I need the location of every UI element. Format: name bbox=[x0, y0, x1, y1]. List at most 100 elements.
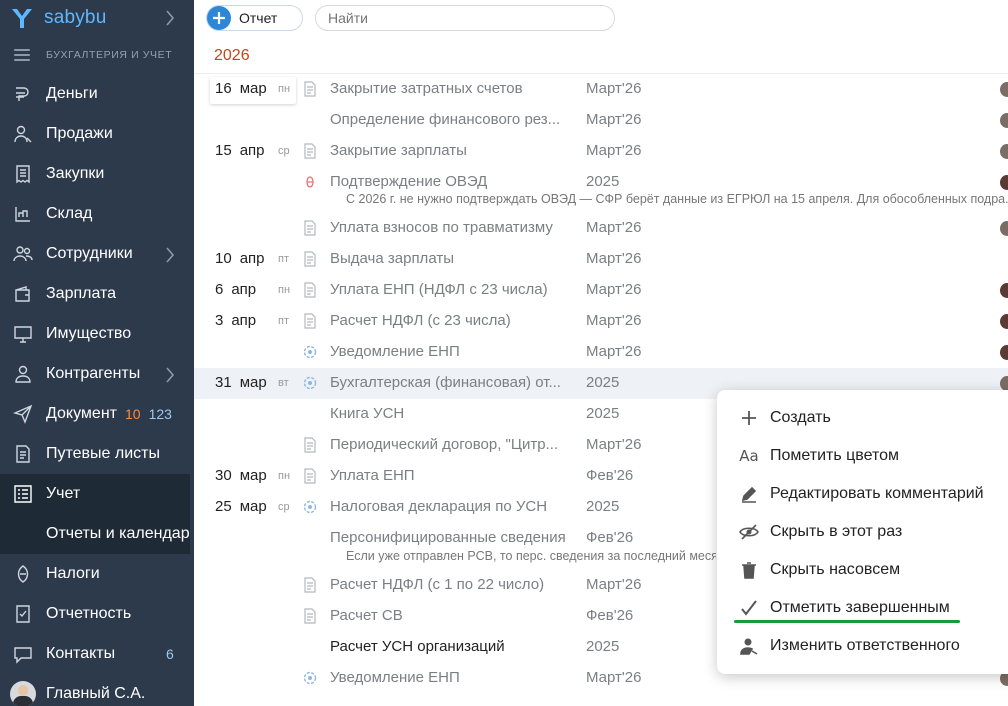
row-title[interactable]: Расчет НДФЛ (с 23 числа) bbox=[330, 312, 574, 329]
row-title[interactable]: Книга УСН bbox=[330, 405, 574, 422]
sidebar-item-warehouse[interactable]: Склад bbox=[0, 194, 194, 234]
responsible-avatar[interactable] bbox=[1000, 376, 1008, 391]
row-type-icon bbox=[302, 577, 318, 593]
responsible-avatar[interactable] bbox=[1000, 221, 1008, 236]
menu-icon[interactable] bbox=[14, 49, 30, 61]
row-title[interactable]: Расчет УСН организаций bbox=[330, 638, 574, 655]
sidebar-item-label: Документ bbox=[46, 405, 117, 422]
row-title[interactable]: Персонифицированные сведения bbox=[330, 529, 574, 546]
row-period: Фев'26 bbox=[586, 529, 634, 546]
row-title[interactable]: Уплата ЕНП bbox=[330, 467, 574, 484]
row-period: Март'26 bbox=[586, 111, 642, 128]
row-title[interactable]: Периодический договор, "Цитр... bbox=[330, 436, 574, 453]
sidebar-section[interactable]: БУХГАЛТЕРИЯ И УЧЕТ bbox=[0, 36, 194, 74]
monitor-icon bbox=[10, 323, 36, 345]
highlight-underline bbox=[734, 620, 960, 623]
sidebar-item-reporting[interactable]: Отчетность bbox=[0, 594, 194, 634]
row-title[interactable]: Уведомление ЕНП bbox=[330, 669, 574, 686]
menu-item-change-responsible[interactable]: Изменить ответственного bbox=[717, 627, 1008, 665]
row-date: 25 мар bbox=[215, 498, 267, 515]
row-weekday: пн bbox=[278, 83, 291, 95]
responsible-avatar[interactable] bbox=[1000, 113, 1008, 128]
row-month: апр bbox=[239, 250, 265, 267]
sidebar-item-accounting[interactable]: Учет bbox=[0, 474, 190, 514]
row-title[interactable]: Расчет СВ bbox=[330, 607, 574, 624]
list-item[interactable]: Уведомление ЕНП Март'26 bbox=[194, 337, 1008, 368]
sidebar-item-label: Контакты bbox=[46, 645, 116, 662]
responsible-avatar[interactable] bbox=[1000, 175, 1008, 190]
sales-icon bbox=[10, 123, 36, 145]
warehouse-icon bbox=[10, 203, 36, 225]
row-title[interactable]: Закрытие зарплаты bbox=[330, 142, 574, 159]
sidebar-item-sales[interactable]: Продажи bbox=[0, 114, 194, 154]
menu-item-hide-forever[interactable]: Скрыть насовсем bbox=[717, 551, 1008, 589]
row-type-icon bbox=[302, 220, 318, 236]
sidebar-user[interactable]: Главный С.А. bbox=[0, 674, 194, 706]
row-date: 31 мар bbox=[215, 374, 267, 391]
sidebar-item-contacts[interactable]: Контакты 6 bbox=[0, 634, 194, 674]
responsible-avatar[interactable] bbox=[1000, 144, 1008, 159]
row-period: Март'26 bbox=[586, 669, 642, 686]
responsible-avatar[interactable] bbox=[1000, 345, 1008, 360]
sidebar-item-documents[interactable]: Документ 10 123 bbox=[0, 394, 194, 434]
row-weekday: пн bbox=[278, 284, 291, 296]
row-title[interactable]: Определение финансового рез... bbox=[330, 111, 574, 128]
search-input[interactable] bbox=[315, 5, 615, 31]
row-title[interactable]: Уведомление ЕНП bbox=[330, 343, 574, 360]
sidebar-item-property[interactable]: Имущество bbox=[0, 314, 194, 354]
sidebar-item-employees[interactable]: Сотрудники bbox=[0, 234, 194, 274]
responsible-avatar[interactable] bbox=[1000, 283, 1008, 298]
auto-report-icon bbox=[303, 376, 317, 390]
create-report-button[interactable]: Отчет bbox=[206, 5, 303, 31]
row-title[interactable]: Налоговая декларация по УСН bbox=[330, 498, 574, 515]
row-type-icon bbox=[302, 174, 318, 190]
sidebar-item-counterparties[interactable]: Контрагенты bbox=[0, 354, 194, 394]
sidebar-subitem-reports-calendar[interactable]: Отчеты и календарь bbox=[0, 514, 190, 554]
sidebar-item-money[interactable]: Деньги bbox=[0, 74, 194, 114]
row-title[interactable]: Подтверждение ОВЭД bbox=[330, 173, 574, 190]
row-title[interactable]: Уплата взносов по травматизму bbox=[330, 219, 574, 236]
list-item[interactable]: Определение финансового рез... Март'26 bbox=[194, 105, 1008, 136]
menu-item-hide-once[interactable]: Скрыть в этот раз bbox=[717, 513, 1008, 551]
list-item[interactable]: пт 3 апр Расчет НДФЛ (с 23 числа) Март'26 bbox=[194, 306, 1008, 337]
list-item[interactable]: ср 15 апр Закрытие зарплаты Март'26 bbox=[194, 136, 1008, 167]
total-count-badge: 123 bbox=[148, 406, 172, 422]
counterparty-icon bbox=[10, 363, 36, 385]
list-item[interactable]: пт 10 апр Выдача зарплаты Март'26 bbox=[194, 244, 1008, 275]
chevron-right-icon[interactable] bbox=[165, 246, 175, 264]
responsible-avatar[interactable] bbox=[1000, 314, 1008, 329]
list-item[interactable]: 16 мар пн Закрытие затратных счетов Март'26 bbox=[194, 74, 1008, 105]
section-title: БУХГАЛТЕРИЯ И УЧЕТ bbox=[46, 49, 173, 61]
chevron-right-icon[interactable] bbox=[165, 366, 175, 384]
row-title[interactable]: Уплата ЕНП (НДФЛ с 23 числа) bbox=[330, 281, 574, 298]
row-type-icon bbox=[302, 670, 318, 686]
year-header: 2026 bbox=[214, 47, 250, 64]
sidebar-item-salary[interactable]: Зарплата bbox=[0, 274, 194, 314]
chevron-right-icon[interactable] bbox=[165, 9, 175, 27]
row-period: Фев'26 bbox=[586, 607, 634, 624]
row-title[interactable]: Закрытие затратных счетов bbox=[330, 80, 574, 97]
sidebar-item-purchases[interactable]: Закупки bbox=[0, 154, 194, 194]
row-title[interactable]: Бухгалтерская (финансовая) от... bbox=[330, 374, 574, 391]
row-month: мар bbox=[239, 467, 267, 484]
create-report-label: Отчет bbox=[239, 10, 278, 26]
sidebar-item-label: Деньги bbox=[46, 85, 98, 102]
row-period: 2025 bbox=[586, 498, 620, 515]
sidebar-item-label: Склад bbox=[46, 205, 93, 222]
menu-item-edit-comment[interactable]: Редактировать комментарий bbox=[717, 475, 1008, 513]
row-type-icon bbox=[302, 344, 318, 360]
list-item[interactable]: Уплата взносов по травматизму Март'26 bbox=[194, 213, 1008, 244]
row-title[interactable]: Расчет НДФЛ (с 1 по 22 число) bbox=[330, 576, 574, 593]
menu-item-mark-color[interactable]: Aa Пометить цветом bbox=[717, 437, 1008, 475]
avatar[interactable] bbox=[10, 681, 36, 706]
list-item[interactable]: пн 6 апр Уплата ЕНП (НДФЛ с 23 числа) Март'2… bbox=[194, 275, 1008, 306]
text-color-icon: Aa bbox=[739, 447, 759, 465]
row-title[interactable]: Выдача зарплаты bbox=[330, 250, 574, 267]
sidebar-item-taxes[interactable]: Налоги bbox=[0, 554, 194, 594]
responsible-avatar[interactable] bbox=[1000, 82, 1008, 97]
sidebar-item-waybills[interactable]: Путевые листы bbox=[0, 434, 194, 474]
document-icon bbox=[304, 220, 316, 236]
row-day: 10 bbox=[215, 250, 232, 267]
document-icon bbox=[304, 313, 316, 329]
menu-item-create[interactable]: Создать bbox=[717, 399, 1008, 437]
